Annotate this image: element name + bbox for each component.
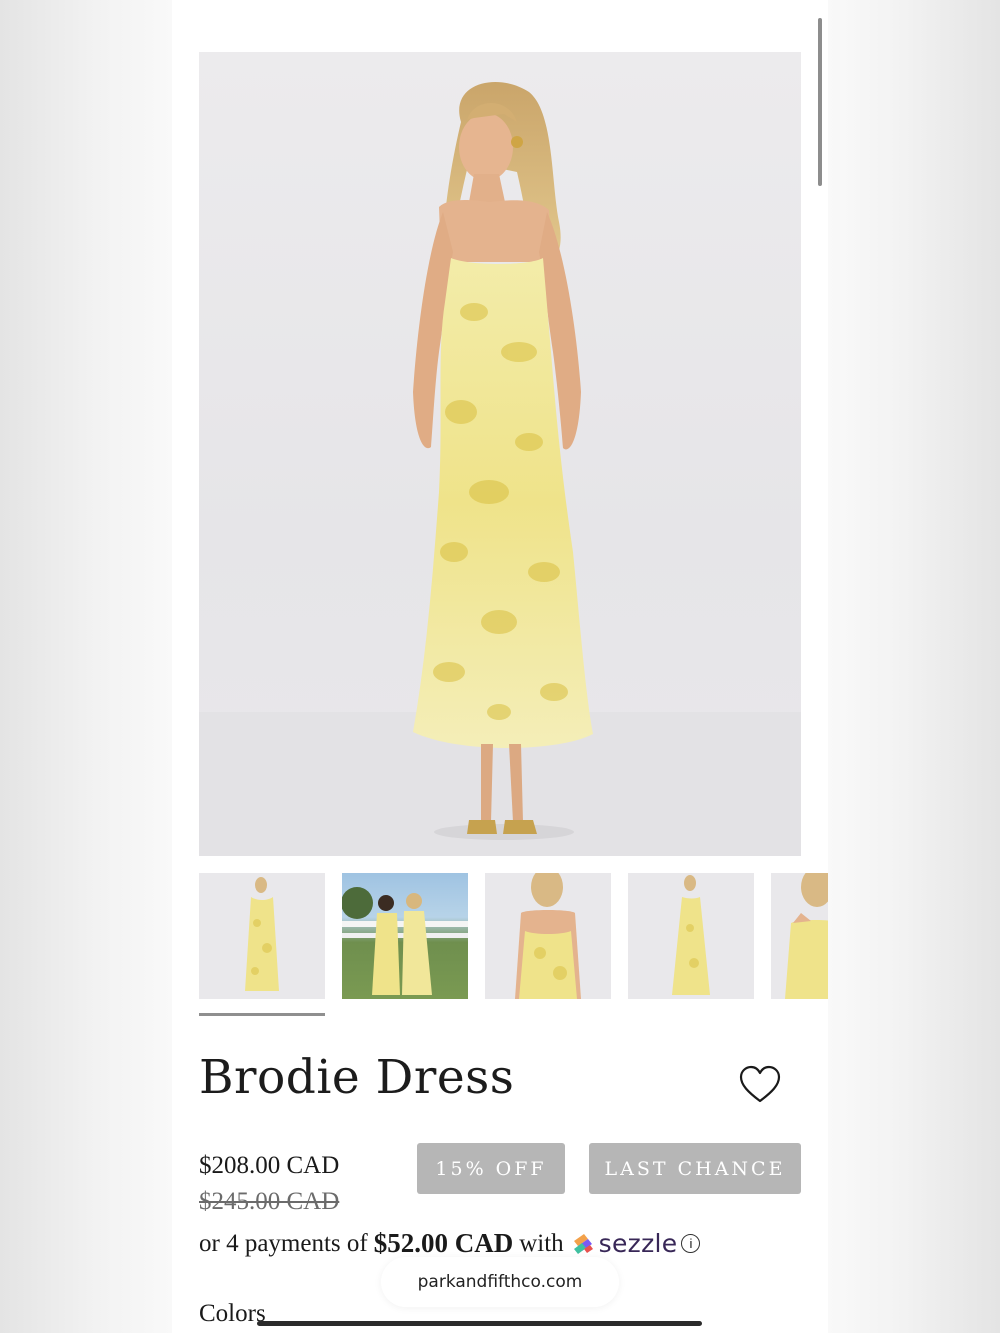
thumbnail-photo [245, 877, 279, 991]
thumbnail-photo [672, 875, 710, 995]
installment-info: or 4 payments of $52.00 CAD with sezzle … [199, 1228, 701, 1259]
thumbnail-4[interactable] [628, 873, 754, 999]
installment-amount: $52.00 CAD [373, 1228, 514, 1258]
model-photo [199, 82, 801, 856]
thumbnail-1[interactable] [199, 873, 325, 999]
sezzle-wordmark: sezzle [598, 1229, 678, 1258]
background-blur-right [828, 0, 1000, 1333]
thumbnail-photo [515, 873, 581, 999]
home-indicator[interactable] [257, 1321, 702, 1326]
thumbnail-strip[interactable] [199, 873, 828, 1001]
thumbnail-3[interactable] [485, 873, 611, 999]
background-blur-left [0, 0, 172, 1333]
thumbnail-photo [342, 887, 468, 995]
scrollbar[interactable] [818, 18, 822, 186]
installment-prefix: or 4 payments of [199, 1229, 368, 1257]
product-main-image[interactable] [199, 52, 801, 856]
thumbnail-photo [785, 873, 828, 999]
sezzle-mark-icon [573, 1233, 593, 1254]
sezzle-logo[interactable]: sezzle [570, 1229, 678, 1258]
info-icon[interactable]: i [681, 1234, 701, 1253]
product-page[interactable]: Brodie Dress $208.00 CAD $245.00 CAD 15%… [172, 0, 828, 1333]
product-title: Brodie Dress [199, 1050, 515, 1105]
url-bar[interactable]: parkandfifthco.com [381, 1257, 619, 1307]
discount-badge: 15% OFF [417, 1143, 565, 1194]
thumbnail-active-indicator [199, 1013, 325, 1016]
heart-icon[interactable] [738, 1065, 782, 1105]
thumbnail-2[interactable] [342, 873, 468, 999]
installment-suffix: with [519, 1229, 564, 1257]
colors-label: Colors [199, 1300, 266, 1327]
current-price: $208.00 CAD [199, 1152, 340, 1179]
last-chance-badge: LAST CHANCE [589, 1143, 801, 1194]
thumbnail-5[interactable] [771, 873, 828, 999]
original-price: $245.00 CAD [199, 1188, 340, 1215]
